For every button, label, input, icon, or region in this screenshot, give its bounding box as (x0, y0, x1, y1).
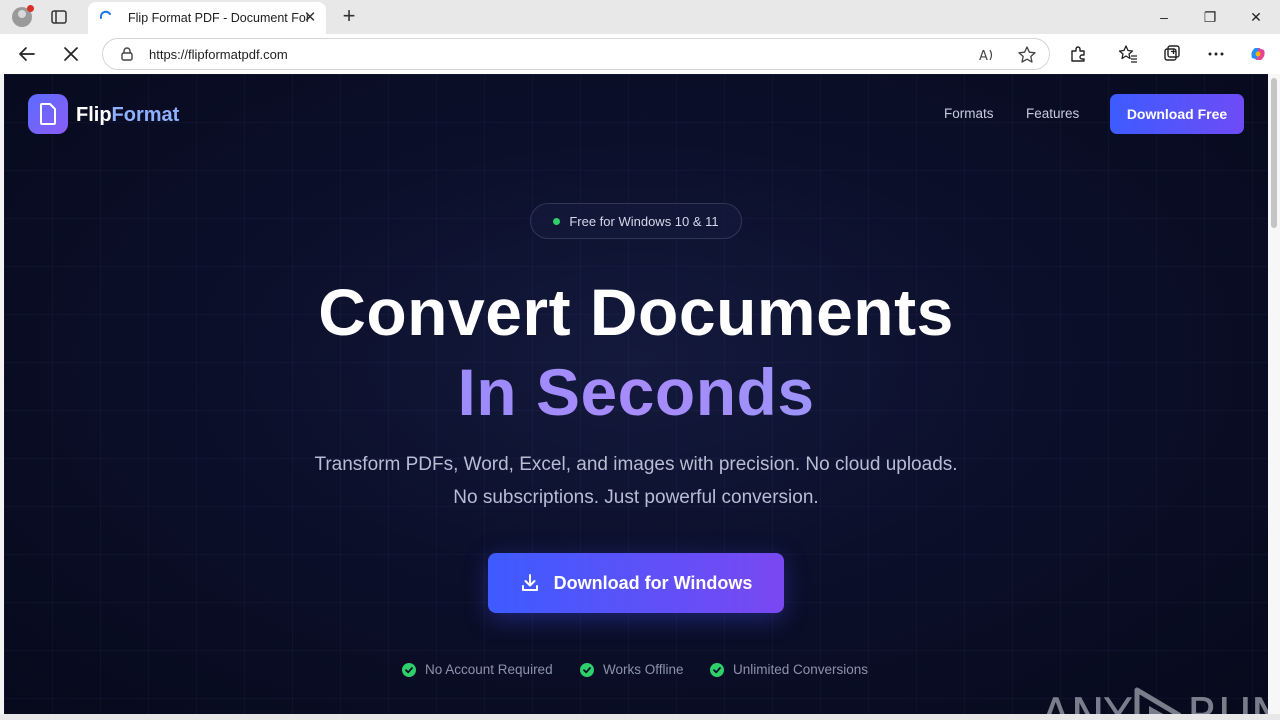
lock-icon[interactable] (119, 46, 135, 62)
extensions-icon[interactable] (1068, 44, 1088, 64)
minimize-button[interactable]: – (1152, 6, 1176, 28)
read-aloud-icon[interactable]: A (977, 45, 997, 65)
feature-label: Unlimited Conversions (733, 662, 869, 677)
badge-text: Free for Windows 10 & 11 (569, 213, 719, 229)
tab-title: Flip Format PDF - Document Form (128, 11, 308, 25)
window-bottom-edge (0, 714, 1280, 720)
tab-close-icon[interactable]: ✕ (302, 10, 318, 26)
nav-link-formats[interactable]: Formats (944, 106, 994, 121)
browser-tab-bar: Flip Format PDF - Document Form ✕ + – ❐ … (0, 0, 1280, 34)
play-logo-icon (1134, 687, 1182, 714)
logo-part-2: Format (111, 104, 180, 126)
feature-label: Works Offline (603, 662, 684, 677)
logo-document-icon[interactable] (28, 94, 68, 134)
download-for-windows-button[interactable]: Download for Windows (488, 553, 784, 613)
download-for-windows-label: Download for Windows (553, 572, 753, 593)
notification-dot (27, 5, 34, 12)
favorites-icon[interactable] (1118, 44, 1138, 64)
stop-loading-icon[interactable] (60, 43, 82, 65)
new-tab-button[interactable]: + (338, 5, 360, 27)
favorite-star-icon[interactable] (1017, 45, 1037, 65)
headline-line-2: In Seconds (4, 354, 1268, 430)
tab-actions-icon[interactable] (50, 8, 68, 26)
watermark-text-right: RUN (1187, 688, 1268, 714)
check-circle-icon (710, 662, 724, 677)
loading-spinner-icon (99, 10, 111, 19)
close-window-button[interactable]: ✕ (1244, 6, 1268, 28)
svg-text:A: A (979, 49, 988, 64)
page-viewport: FlipFormat Formats Features Download Fre… (4, 74, 1268, 714)
collections-icon[interactable] (1162, 44, 1182, 64)
nav-link-features[interactable]: Features (1026, 106, 1079, 121)
feature-item: Unlimited Conversions (710, 662, 868, 677)
url-text[interactable]: https://flipformatpdf.com (149, 47, 288, 62)
page-scrollbar[interactable] (1268, 74, 1280, 714)
platform-badge: Free for Windows 10 & 11 (530, 203, 742, 239)
browser-toolbar: https://flipformatpdf.com A (0, 34, 1280, 74)
subtitle-line-2: No subscriptions. Just powerful conversi… (453, 487, 819, 508)
watermark-text-left: ANY (1040, 688, 1132, 714)
feature-item: No Account Required (402, 662, 553, 677)
site-logo[interactable]: FlipFormat (76, 104, 179, 127)
logo-part-1: Flip (76, 104, 112, 126)
headline-line-1: Convert Documents (318, 275, 954, 349)
scrollbar-thumb[interactable] (1271, 78, 1277, 228)
copilot-icon[interactable] (1248, 44, 1268, 64)
check-circle-icon (402, 662, 416, 677)
download-icon (521, 574, 538, 591)
more-menu-icon[interactable] (1206, 44, 1226, 64)
subtitle-line-1: Transform PDFs, Word, Excel, and images … (314, 454, 958, 475)
download-free-button[interactable]: Download Free (1110, 94, 1244, 134)
anyrun-watermark: ANY RUN (1040, 684, 1268, 714)
feature-label: No Account Required (425, 662, 553, 677)
active-tab[interactable]: Flip Format PDF - Document Form ✕ (88, 2, 326, 34)
status-dot (553, 217, 561, 225)
back-arrow-icon[interactable] (16, 43, 38, 65)
address-bar[interactable]: https://flipformatpdf.com A (102, 38, 1050, 70)
feature-item: Works Offline (580, 662, 684, 677)
check-circle-icon (580, 662, 594, 677)
restore-button[interactable]: ❐ (1198, 6, 1222, 28)
